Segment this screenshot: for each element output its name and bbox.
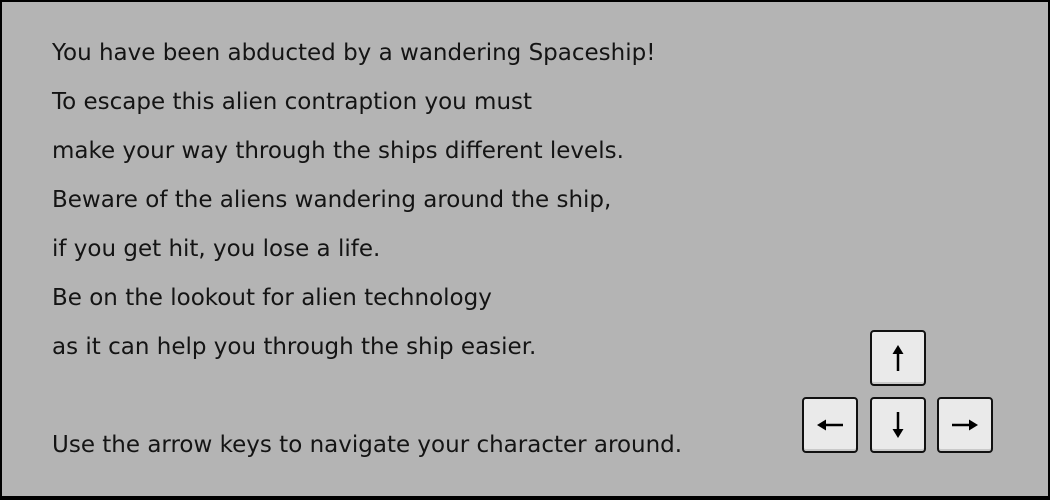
left-arrow-key[interactable]	[802, 397, 858, 453]
arrow-left-icon	[817, 419, 843, 431]
story-line: as it can help you through the ship easi…	[52, 334, 537, 360]
story-line: make your way through the ships differen…	[52, 138, 624, 164]
down-arrow-key[interactable]	[870, 397, 926, 453]
story-line: Beware of the aliens wandering around th…	[52, 187, 612, 213]
right-arrow-key[interactable]	[937, 397, 993, 453]
arrow-down-icon	[892, 412, 904, 438]
arrow-up-icon	[892, 345, 904, 371]
story-line: You have been abducted by a wandering Sp…	[52, 40, 656, 66]
arrow-right-icon	[952, 419, 978, 431]
up-arrow-key[interactable]	[870, 330, 926, 386]
story-text: You have been abducted by a wandering Sp…	[52, 35, 655, 378]
controls-hint: Use the arrow keys to navigate your char…	[52, 432, 683, 458]
story-line: To escape this alien contraption you mus…	[52, 89, 533, 115]
story-line: if you get hit, you lose a life.	[52, 236, 381, 262]
story-line: Be on the lookout for alien technology	[52, 285, 492, 311]
